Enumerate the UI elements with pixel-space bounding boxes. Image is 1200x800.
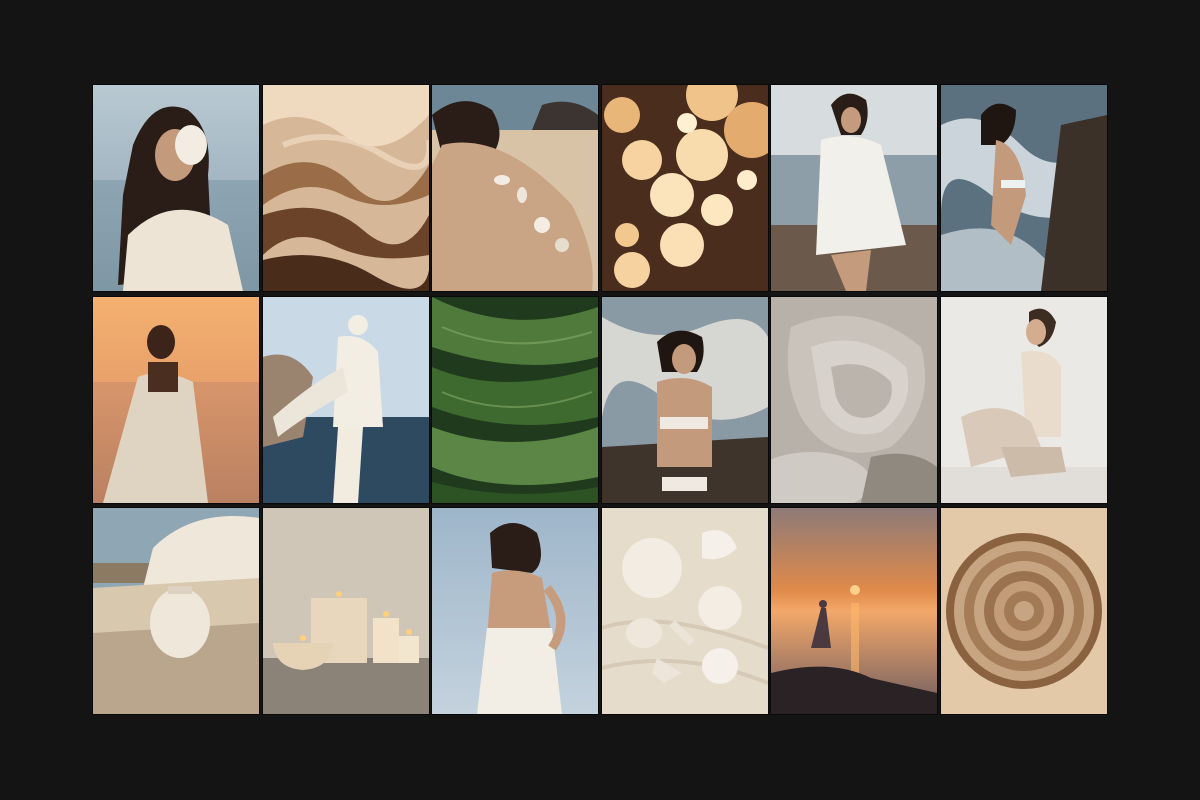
photo-woman-in-white-dress-back	[432, 508, 599, 714]
photo-silhouette-at-sunset	[771, 508, 938, 714]
photo-paper-lanterns	[601, 85, 768, 291]
photo-grid	[93, 85, 1107, 714]
photo-woman-back-with-shells	[432, 85, 599, 291]
photo-woman-on-rocks-image	[601, 296, 768, 503]
photo-woman-in-white-swimsuit-image	[940, 85, 1107, 291]
photo-candles-on-stone-image	[262, 508, 429, 714]
photo-wood-ring-cross-section-image	[940, 508, 1107, 714]
photo-paper-lanterns-image	[601, 85, 768, 291]
photo-green-leaves	[432, 296, 599, 503]
photo-woman-in-white-suit-image	[262, 296, 429, 503]
photo-woman-holding-seashell-image	[93, 85, 259, 291]
photo-woman-in-striped-shirt	[771, 85, 938, 291]
photo-wavy-sand-dune-texture	[262, 85, 429, 291]
photo-woman-seated-white-wall	[940, 296, 1107, 503]
photo-woman-seated-white-wall-image	[940, 296, 1107, 503]
photo-woman-in-white-swimsuit	[940, 85, 1107, 291]
photo-woman-in-white-dress-back-image	[432, 508, 599, 714]
photo-woman-on-rocks	[601, 296, 768, 503]
photo-silhouette-at-sunset-image	[771, 508, 938, 714]
photo-ceramic-vase-on-rocks-image	[93, 508, 259, 714]
photo-wood-ring-cross-section	[940, 508, 1107, 714]
photo-woman-in-white-suit	[262, 296, 429, 503]
photo-woman-in-white-dress-sunset-image	[93, 296, 259, 503]
photo-ceramic-vase-on-rocks	[93, 508, 259, 714]
photo-woman-in-striped-shirt-image	[771, 85, 938, 291]
photo-woman-holding-seashell	[93, 85, 259, 291]
photo-woman-back-with-shells-image	[432, 85, 599, 291]
photo-grey-stone-texture-image	[771, 296, 938, 503]
photo-seashells-on-sand-image	[601, 508, 768, 714]
photo-candles-on-stone	[262, 508, 429, 714]
photo-woman-in-white-dress-sunset	[93, 296, 259, 503]
photo-seashells-on-sand	[601, 508, 768, 714]
gallery-stage	[0, 0, 1200, 800]
photo-grey-stone-texture	[771, 296, 938, 503]
photo-wavy-sand-dune-texture-image	[262, 85, 429, 291]
photo-green-leaves-image	[432, 296, 599, 503]
